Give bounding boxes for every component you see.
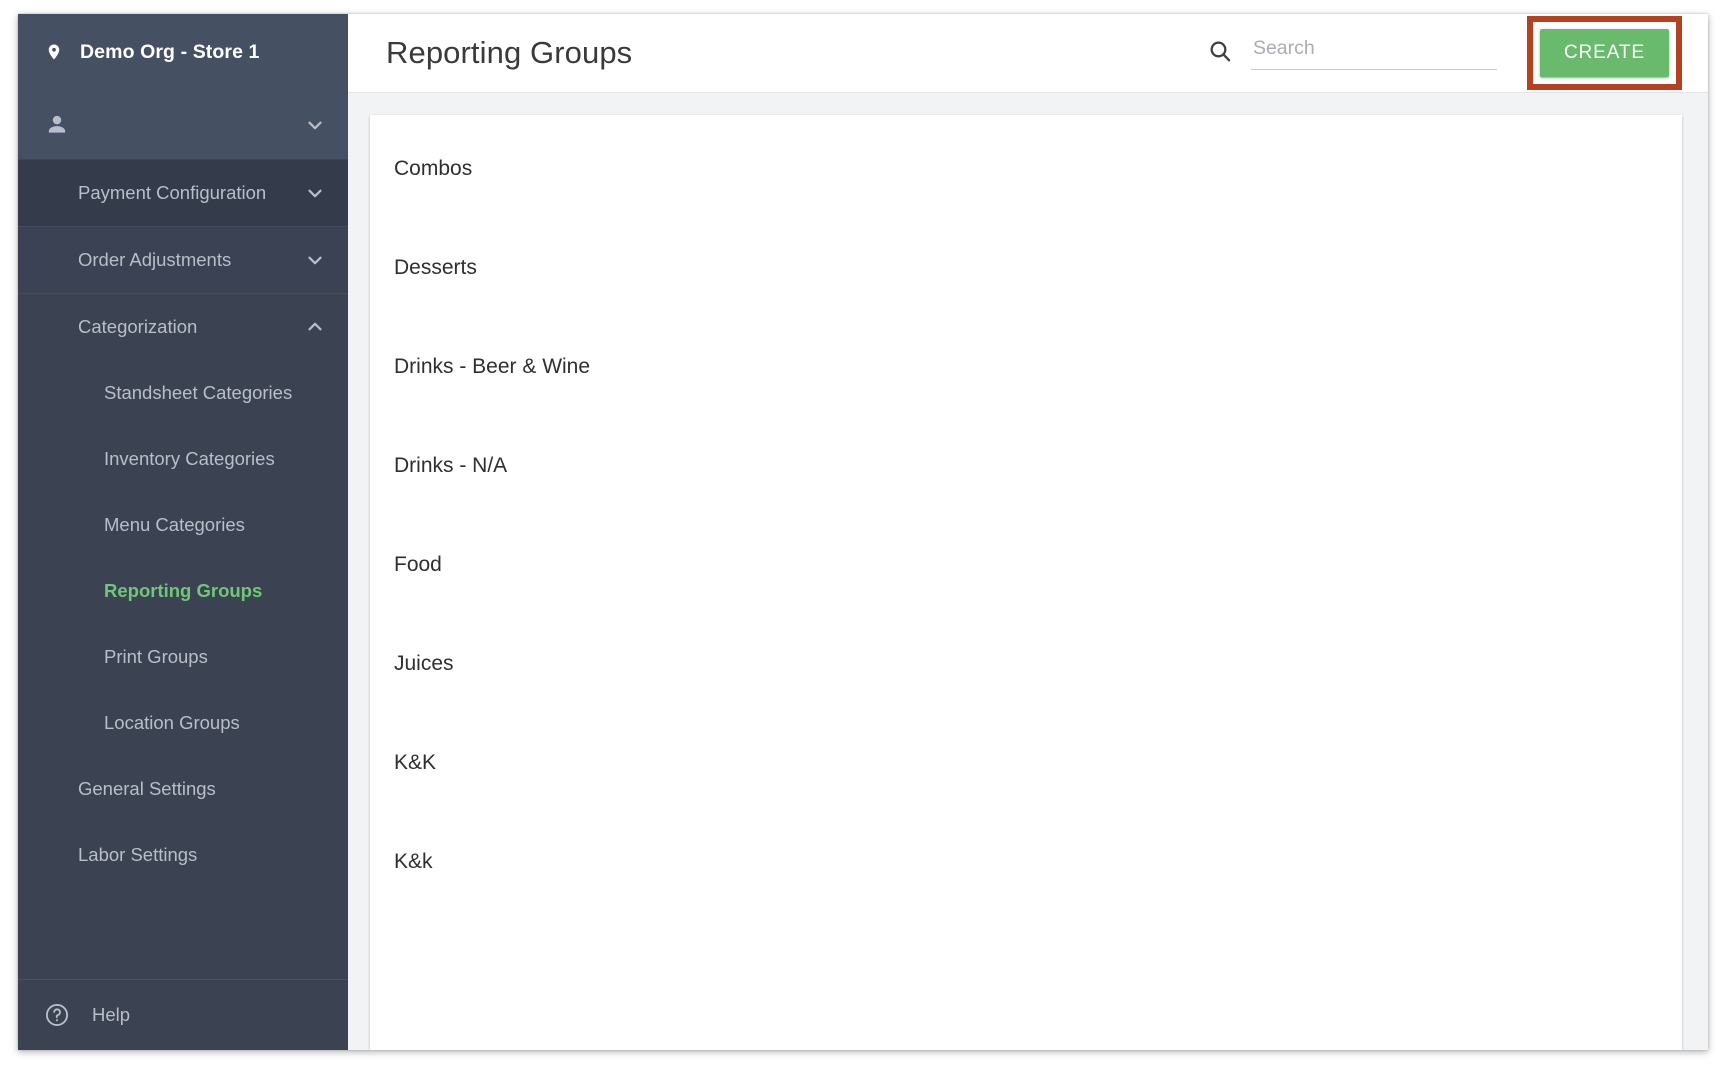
chevron-up-icon[interactable] bbox=[304, 316, 326, 338]
list-item[interactable]: K&K bbox=[370, 713, 1682, 812]
sidebar-item-label: Standsheet Categories bbox=[104, 382, 293, 403]
sidebar-navigation: Demo Org - Store 1 Payment Configuration bbox=[18, 14, 348, 1050]
help-circle-icon bbox=[44, 1002, 70, 1028]
person-icon bbox=[44, 112, 70, 138]
search-input[interactable] bbox=[1250, 36, 1497, 70]
sidebar-item-help[interactable]: Help bbox=[18, 979, 348, 1050]
list-item-label: K&k bbox=[394, 849, 433, 873]
sidebar-item-inventory-categories[interactable]: Inventory Categories bbox=[18, 426, 348, 492]
sidebar-item-label: Menu Categories bbox=[104, 514, 245, 535]
list-item-label: Juices bbox=[394, 651, 454, 675]
list-item[interactable]: Combos bbox=[370, 119, 1682, 218]
create-button[interactable]: CREATE bbox=[1539, 29, 1669, 77]
sidebar-item-standsheet-categories[interactable]: Standsheet Categories bbox=[18, 360, 348, 426]
sidebar-section-label: Payment Configuration bbox=[78, 182, 267, 203]
location-pin-icon bbox=[44, 42, 64, 62]
sidebar-item-label: Inventory Categories bbox=[104, 448, 275, 469]
sidebar-section-label: Order Adjustments bbox=[78, 249, 232, 270]
list-item-label: Food bbox=[394, 552, 442, 576]
sidebar-item-label: Labor Settings bbox=[78, 844, 198, 865]
top-bar: Reporting Groups CREATE bbox=[348, 14, 1708, 93]
list-item-label: K&K bbox=[394, 750, 437, 774]
sidebar-item-print-groups[interactable]: Print Groups bbox=[18, 624, 348, 690]
list-item[interactable]: Food bbox=[370, 515, 1682, 614]
sidebar-item-label: Reporting Groups bbox=[104, 580, 263, 601]
sidebar-item-location-groups[interactable]: Location Groups bbox=[18, 690, 348, 756]
list-item-label: Drinks - N/A bbox=[394, 453, 508, 477]
content-scroll-region[interactable]: Combos Desserts Drinks - Beer & Wine Dri… bbox=[348, 93, 1708, 1050]
list-item-label: Drinks - Beer & Wine bbox=[394, 354, 591, 378]
sidebar-item-reporting-groups[interactable]: Reporting Groups bbox=[18, 558, 348, 624]
sidebar-item-general-settings[interactable]: General Settings bbox=[18, 756, 348, 822]
organization-header[interactable]: Demo Org - Store 1 bbox=[18, 14, 348, 90]
list-item[interactable]: K&k bbox=[370, 812, 1682, 911]
sidebar-item-label: Help bbox=[92, 1004, 131, 1025]
list-item[interactable]: Drinks - N/A bbox=[370, 416, 1682, 515]
sidebar-section-order-adjustments[interactable]: Order Adjustments bbox=[18, 226, 348, 293]
list-item-label: Combos bbox=[394, 156, 473, 180]
page-title: Reporting Groups bbox=[386, 35, 633, 70]
list-item-label: Desserts bbox=[394, 255, 477, 279]
chevron-down-icon[interactable] bbox=[304, 182, 326, 204]
organization-name: Demo Org - Store 1 bbox=[80, 40, 260, 63]
sidebar-filler bbox=[18, 888, 348, 979]
main-content-area: Reporting Groups CREATE Combos bbox=[348, 14, 1708, 1050]
sidebar-section-label: Categorization bbox=[78, 316, 198, 337]
chevron-down-icon[interactable] bbox=[304, 249, 326, 271]
search-icon[interactable] bbox=[1207, 38, 1233, 64]
list-item[interactable]: Desserts bbox=[370, 218, 1682, 317]
chevron-down-icon[interactable] bbox=[304, 114, 326, 136]
sidebar-item-label: General Settings bbox=[78, 778, 216, 799]
sidebar-section-payment-configuration[interactable]: Payment Configuration bbox=[18, 159, 348, 226]
create-button-highlight-annotation: CREATE bbox=[1526, 16, 1682, 90]
application-window: Demo Org - Store 1 Payment Configuration bbox=[18, 14, 1708, 1050]
search-container bbox=[1207, 36, 1497, 70]
sidebar-item-label: Location Groups bbox=[104, 712, 240, 733]
sidebar-item-menu-categories[interactable]: Menu Categories bbox=[18, 492, 348, 558]
sidebar-item-labor-settings[interactable]: Labor Settings bbox=[18, 822, 348, 888]
user-account-row[interactable] bbox=[18, 90, 348, 159]
sidebar-item-label: Print Groups bbox=[104, 646, 208, 667]
list-item[interactable]: Drinks - Beer & Wine bbox=[370, 317, 1682, 416]
sidebar-section-categorization[interactable]: Categorization bbox=[18, 293, 348, 360]
reporting-groups-list-card: Combos Desserts Drinks - Beer & Wine Dri… bbox=[370, 115, 1682, 1050]
list-item[interactable]: Juices bbox=[370, 614, 1682, 713]
